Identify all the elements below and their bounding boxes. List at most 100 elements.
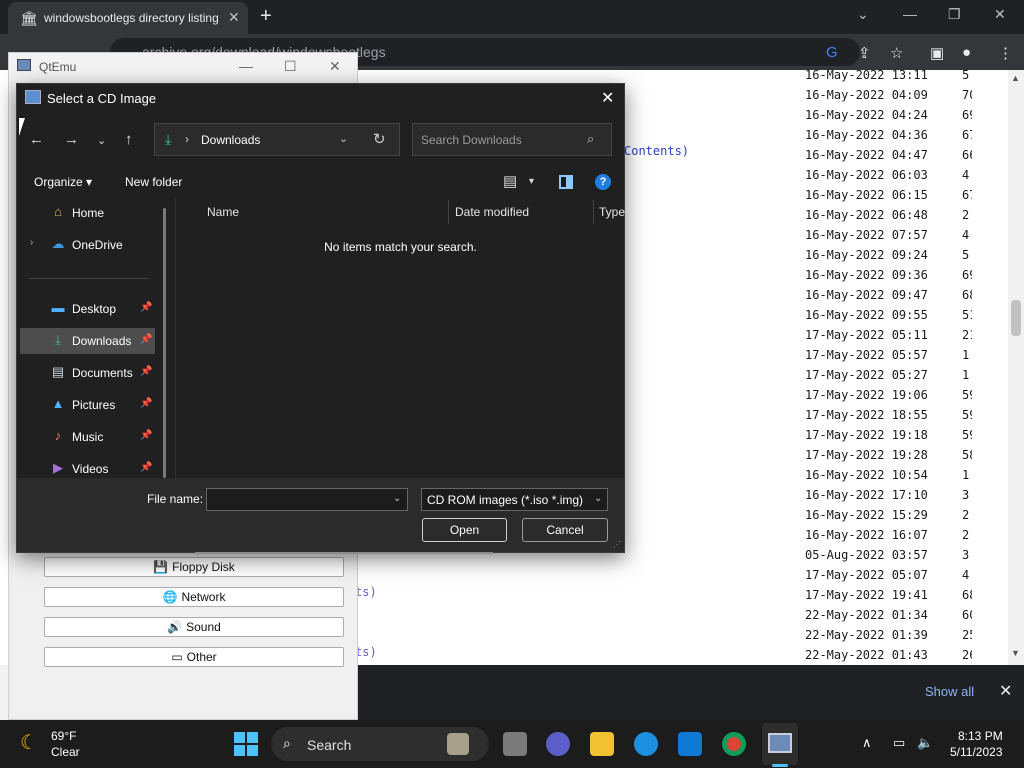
organize-button[interactable]: Organize ▾ xyxy=(34,175,92,189)
column-header-name[interactable]: Name xyxy=(207,205,239,219)
browser-tab[interactable]: 🏛 windowsbootlegs directory listing ✕ xyxy=(8,2,248,34)
file-type-select[interactable]: CD ROM images (*.iso *.img) ⌄ xyxy=(421,488,608,511)
qtemu-taskbar-button[interactable] xyxy=(762,723,798,765)
weather-condition[interactable]: Clear xyxy=(51,745,80,759)
clock-date[interactable]: 5/11/2023 xyxy=(950,745,1003,759)
download-bar-close-icon[interactable]: ✕ xyxy=(999,681,1012,701)
chrome-icon[interactable] xyxy=(722,732,746,756)
task-view-icon[interactable] xyxy=(503,732,527,756)
listing-date: 16-May-2022 07:57 xyxy=(805,228,928,242)
close-icon[interactable]: ✕ xyxy=(994,6,1006,23)
cancel-button[interactable]: Cancel xyxy=(522,518,608,542)
dialog-app-icon xyxy=(25,90,41,104)
nav-pane-scrollbar[interactable] xyxy=(163,208,166,478)
file-explorer-icon[interactable] xyxy=(590,732,614,756)
listing-date: 22-May-2022 01:43 xyxy=(805,648,928,662)
nav-item-desktop[interactable]: ▬ Desktop 📌 xyxy=(20,296,155,322)
dialog-close-icon[interactable]: ✕ xyxy=(601,88,614,108)
teams-chat-icon[interactable] xyxy=(546,732,570,756)
up-arrow-icon[interactable]: ↑ xyxy=(125,131,133,148)
breadcrumb-downloads[interactable]: Downloads xyxy=(201,133,260,147)
network-button[interactable]: 🌐 Network xyxy=(44,587,344,607)
other-button[interactable]: ▭ Other xyxy=(44,647,344,667)
listing-size: 4. xyxy=(962,568,972,582)
restore-icon[interactable]: ❐ xyxy=(948,6,961,23)
dialog-footer: File name: ⌄ CD ROM images (*.iso *.img)… xyxy=(17,478,624,552)
column-header-type[interactable]: Type xyxy=(599,205,625,219)
new-tab-button[interactable]: + xyxy=(260,6,272,26)
show-all-button[interactable]: Show all xyxy=(925,684,974,699)
google-icon[interactable]: G xyxy=(826,44,838,61)
back-arrow-icon[interactable]: ← xyxy=(29,131,44,148)
new-folder-button[interactable]: New folder xyxy=(125,175,182,189)
nav-item-onedrive[interactable]: › ☁ OneDrive xyxy=(20,232,155,258)
open-button[interactable]: Open xyxy=(422,518,507,542)
qtemu-minimize-icon[interactable]: — xyxy=(239,58,253,74)
listing-row: 17-May-2022 19:28 58 xyxy=(805,445,972,465)
share-icon[interactable]: ⇪ xyxy=(858,44,871,62)
listing-size: 3. xyxy=(962,548,972,562)
search-highlight-icon xyxy=(447,733,469,755)
refresh-icon[interactable]: ↻ xyxy=(373,130,386,148)
horizontal-scrollbar[interactable] xyxy=(195,552,493,554)
menu-icon[interactable]: ⋮ xyxy=(998,44,1013,62)
nav-item-downloads[interactable]: ⤓ Downloads 📌 xyxy=(20,328,155,354)
edge-icon[interactable] xyxy=(634,732,658,756)
scroll-up-icon[interactable]: ▲ xyxy=(1011,73,1020,83)
nav-item-pictures[interactable]: ▲ Pictures 📌 xyxy=(20,392,155,418)
address-dropdown-icon[interactable]: ⌄ xyxy=(339,132,348,145)
listing-date: 16-May-2022 06:03 xyxy=(805,168,928,182)
store-icon[interactable] xyxy=(678,732,702,756)
column-header-date-modified[interactable]: Date modified xyxy=(455,205,529,219)
network-icon[interactable]: ▭ xyxy=(893,735,905,751)
change-view-icon[interactable]: ▤ xyxy=(503,172,517,190)
nav-item-music[interactable]: ♪ Music 📌 xyxy=(20,424,155,450)
listing-size: 59 xyxy=(962,408,972,422)
bookmark-star-icon[interactable]: ☆ xyxy=(890,44,903,62)
file-name-input[interactable]: ⌄ xyxy=(206,488,408,511)
preview-pane-icon[interactable] xyxy=(559,175,573,189)
browser-tab-bar: 🏛 windowsbootlegs directory listing ✕ + … xyxy=(0,0,1024,34)
tab-close-icon[interactable]: ✕ xyxy=(228,9,240,26)
file-name-dropdown-icon[interactable]: ⌄ xyxy=(393,493,401,504)
pin-icon: 📌 xyxy=(140,430,153,441)
side-panel-icon[interactable]: ▣ xyxy=(930,44,944,62)
search-downloads-input[interactable]: Search Downloads ⌕ xyxy=(412,123,612,156)
scroll-down-icon[interactable]: ▼ xyxy=(1011,648,1020,658)
pane-splitter[interactable] xyxy=(175,198,176,478)
resize-grip-icon[interactable]: ⋰ xyxy=(613,540,621,549)
expand-chevron-icon[interactable]: › xyxy=(30,237,33,248)
minimize-icon[interactable]: — xyxy=(903,6,917,22)
nav-item-home[interactable]: ⌂ Home xyxy=(20,200,155,226)
mouse-cursor-icon xyxy=(19,118,25,136)
help-button[interactable]: ? xyxy=(595,174,611,190)
show-hidden-icons-icon[interactable]: ∧ xyxy=(862,735,872,751)
qtemu-maximize-icon[interactable]: ☐ xyxy=(284,58,297,75)
column-separator[interactable] xyxy=(593,200,594,224)
volume-icon[interactable]: 🔈 xyxy=(917,735,933,751)
weather-temperature[interactable]: 69°F xyxy=(51,729,76,743)
contents-link-fragment[interactable]: ts) xyxy=(355,585,377,599)
scroll-thumb[interactable] xyxy=(1011,300,1021,336)
file-listing: 16-May-2022 13:115.16-May-2022 04:097016… xyxy=(805,70,972,665)
listing-size: 5. xyxy=(962,248,972,262)
taskbar-search[interactable]: ⌕ Search xyxy=(271,727,489,761)
floppy-disk-button[interactable]: 💾 Floppy Disk xyxy=(44,557,344,577)
nav-item-documents[interactable]: ▤ Documents 📌 xyxy=(20,360,155,386)
qtemu-close-icon[interactable]: ✕ xyxy=(329,58,341,75)
forward-arrow-icon[interactable]: → xyxy=(64,131,79,148)
profile-icon[interactable]: ● xyxy=(962,44,971,61)
listing-size: 67 xyxy=(962,188,972,202)
clock-time[interactable]: 8:13 PM xyxy=(958,729,1003,743)
column-separator[interactable] xyxy=(448,200,449,224)
view-dropdown-icon[interactable]: ▾ xyxy=(529,176,534,187)
tab-search-chevron-icon[interactable]: ⌄ xyxy=(857,6,869,23)
contents-link-fragment[interactable]: ts) xyxy=(355,645,377,659)
start-button[interactable] xyxy=(234,732,258,756)
address-breadcrumb[interactable]: ⤓ › Downloads ⌄ ↻ xyxy=(154,123,400,156)
sound-button[interactable]: 🔊 Sound xyxy=(44,617,344,637)
contents-link[interactable]: Contents) xyxy=(624,144,689,158)
moon-weather-icon[interactable]: ☾ xyxy=(20,730,38,755)
recent-locations-chevron-icon[interactable]: ⌄ xyxy=(97,134,106,147)
page-scrollbar[interactable]: ▲ ▼ xyxy=(1008,70,1024,665)
